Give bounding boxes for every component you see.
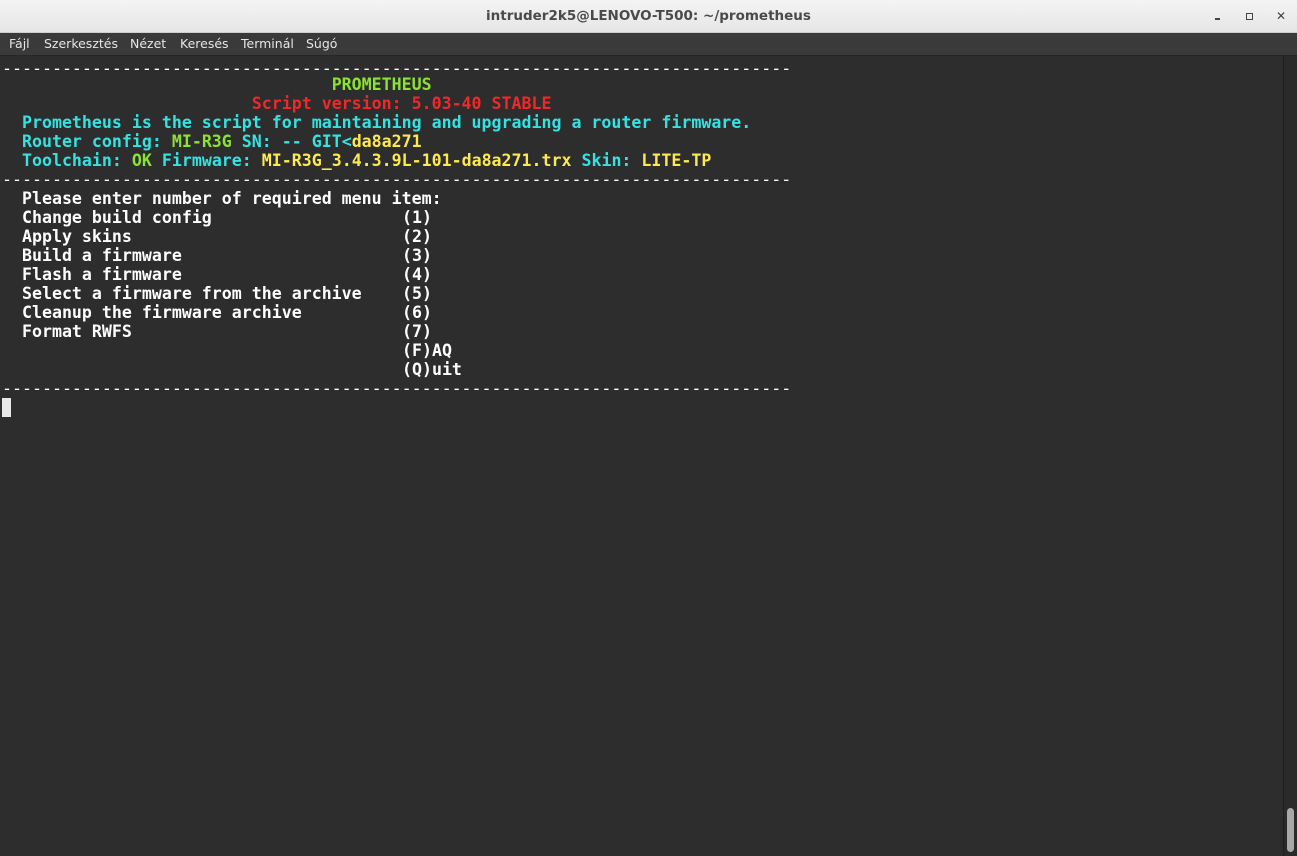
sn-value: da8a271: [351, 132, 422, 151]
toolchain-line: Toolchain: OK Firmware: MI-R3G_3.4.3.9L-…: [2, 151, 711, 170]
menu-item-key: (Q)uit: [401, 360, 462, 379]
menu-file[interactable]: Fájl: [9, 36, 30, 51]
menu-item-key: (7): [401, 322, 432, 341]
prompt-text: Please enter number of required menu ite…: [21, 189, 442, 208]
window-title: intruder2k5@LENOVO-T500: ~/prometheus: [486, 8, 811, 24]
toolchain-value: OK: [131, 151, 152, 170]
menu-item-key: (F)AQ: [401, 341, 452, 360]
minimize-icon: [1214, 17, 1220, 20]
menu-bar: Fájl Szerkesztés Nézet Keresés Terminál …: [0, 33, 1297, 56]
menu-item-label: Cleanup the firmware archive: [21, 303, 302, 322]
version-line: Script version: 5.03-40 STABLE: [2, 94, 552, 113]
menu-item-faq: (F)AQ: [2, 341, 452, 360]
menu-item-label: Change build config: [21, 208, 212, 227]
text-cursor: [2, 398, 11, 417]
sn-label: SN: -- GIT<: [231, 132, 352, 151]
maximize-icon: [1245, 13, 1253, 20]
script-version: Script version: 5.03-40 STABLE: [251, 94, 552, 113]
app-name: PROMETHEUS: [331, 75, 432, 94]
menu-search[interactable]: Keresés: [180, 36, 229, 51]
menu-item-key: (5): [401, 284, 432, 303]
menu-item-label: Format RWFS: [21, 322, 132, 341]
maximize-button[interactable]: [1239, 6, 1259, 26]
header-title-line: PROMETHEUS: [2, 75, 432, 94]
menu-item-quit: (Q)uit: [2, 360, 462, 379]
skin-value: LITE-TP: [641, 151, 712, 170]
close-button[interactable]: ✕: [1271, 6, 1291, 26]
title-bar[interactable]: intruder2k5@LENOVO-T500: ~/prometheus ✕: [0, 0, 1297, 33]
skin-label: Skin:: [571, 151, 642, 170]
router-config-label: Router config:: [21, 132, 172, 151]
menu-item-3: Build a firmware (3): [2, 246, 432, 265]
menu-item-4: Flash a firmware (4): [2, 265, 432, 284]
separator-line: ----------------------------------------…: [2, 170, 792, 189]
minimize-button[interactable]: [1207, 6, 1227, 26]
menu-item-label: Build a firmware: [21, 246, 182, 265]
scrollbar-thumb[interactable]: [1287, 808, 1294, 852]
firmware-value: MI-R3G_3.4.3.9L-101-da8a271.trx: [261, 151, 572, 170]
menu-item-key: (6): [401, 303, 432, 322]
menu-view[interactable]: Nézet: [130, 36, 166, 51]
menu-item-label: Flash a firmware: [21, 265, 182, 284]
menu-item-5: Select a firmware from the archive (5): [2, 284, 432, 303]
menu-item-key: (4): [401, 265, 432, 284]
scrollbar[interactable]: [1283, 56, 1297, 856]
description-text: Prometheus is the script for maintaining…: [21, 113, 752, 132]
menu-item-6: Cleanup the firmware archive (6): [2, 303, 432, 322]
description-line: Prometheus is the script for maintaining…: [2, 113, 751, 132]
menu-item-1: Change build config (1): [2, 208, 432, 227]
menu-item-7: Format RWFS (7): [2, 322, 432, 341]
menu-item-2: Apply skins (2): [2, 227, 432, 246]
router-config-value: MI-R3G: [171, 132, 232, 151]
menu-item-key: (2): [401, 227, 432, 246]
menu-terminal[interactable]: Terminál: [241, 36, 294, 51]
prompt-line: Please enter number of required menu ite…: [2, 189, 442, 208]
menu-help[interactable]: Súgó: [306, 36, 337, 51]
terminal-output[interactable]: ----------------------------------------…: [0, 56, 1283, 856]
terminal-window: intruder2k5@LENOVO-T500: ~/prometheus ✕ …: [0, 0, 1297, 856]
toolchain-label: Toolchain:: [21, 151, 132, 170]
menu-item-key: (3): [401, 246, 432, 265]
menu-item-key: (1): [401, 208, 432, 227]
menu-item-label: Apply skins: [21, 227, 132, 246]
separator-line: ----------------------------------------…: [2, 379, 792, 398]
menu-item-label: Select a firmware from the archive: [21, 284, 362, 303]
menu-edit[interactable]: Szerkesztés: [44, 36, 118, 51]
close-icon: ✕: [1275, 9, 1287, 23]
firmware-label: Firmware:: [151, 151, 262, 170]
router-config-line: Router config: MI-R3G SN: -- GIT<da8a271: [2, 132, 422, 151]
